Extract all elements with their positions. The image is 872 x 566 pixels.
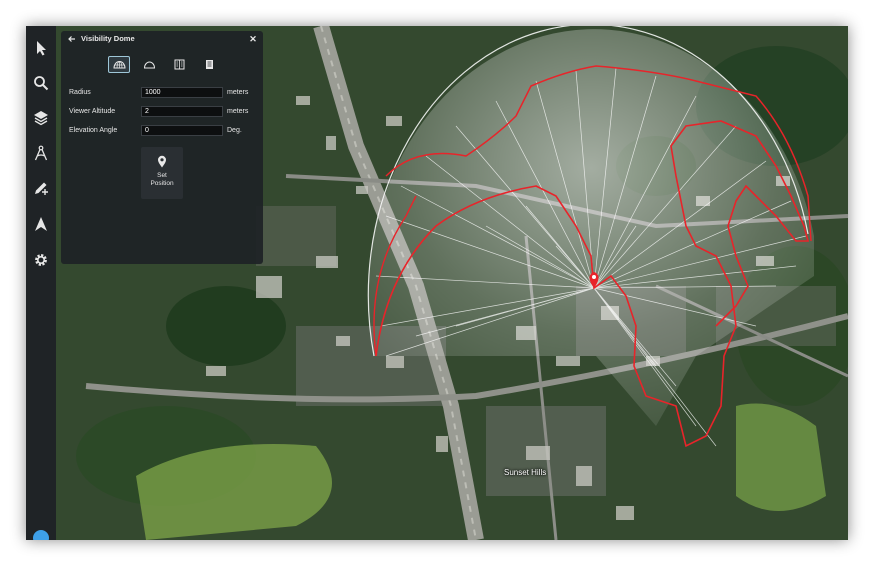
measure-icon[interactable] [31, 143, 51, 163]
elevation-angle-field: Elevation Angle 0 Deg. [69, 125, 242, 136]
elevation-angle-input[interactable]: 0 [141, 125, 223, 136]
user-avatar[interactable] [33, 530, 49, 540]
layers-icon[interactable] [31, 108, 51, 128]
dome-icon [112, 61, 126, 69]
building-alt-mode-button[interactable] [198, 56, 220, 73]
viewer-altitude-input[interactable]: 2 [141, 106, 223, 117]
pointer-icon[interactable] [31, 38, 51, 58]
set-position-button[interactable]: Set Position [141, 147, 183, 199]
half-dome-icon [143, 61, 155, 69]
building-alt-icon [205, 60, 213, 69]
back-arrow-icon[interactable] [67, 31, 77, 47]
half-dome-mode-button[interactable] [138, 56, 160, 73]
dome-mode-selector [108, 56, 220, 73]
map-place-label: Sunset Hills [504, 468, 547, 477]
elevation-angle-unit: Deg. [227, 127, 242, 134]
panel-title: Visibility Dome [81, 34, 135, 43]
left-toolbar [26, 26, 57, 540]
radius-unit: meters [227, 89, 249, 96]
radius-label: Radius [69, 89, 91, 96]
search-icon[interactable] [31, 73, 51, 93]
elevation-angle-label: Elevation Angle [69, 127, 118, 134]
building-icon [174, 59, 184, 70]
dome-mode-button[interactable] [108, 56, 130, 73]
building-mode-button[interactable] [168, 56, 190, 73]
panel-header: Visibility Dome ✕ [61, 31, 263, 47]
radius-input[interactable]: 1000 [141, 87, 223, 98]
location-pin-icon [158, 155, 166, 168]
visibility-dome-panel: Visibility Dome ✕ Radius 1000 meters Vie… [61, 31, 263, 264]
set-position-label: Set Position [150, 172, 174, 187]
navigate-icon[interactable] [31, 214, 51, 234]
draw-icon[interactable] [31, 178, 51, 198]
close-icon[interactable]: ✕ [248, 31, 258, 47]
radius-field: Radius 1000 meters [69, 87, 248, 98]
app-window: Sunset Hills Visibility Dome ✕ Radius 10… [26, 26, 848, 540]
viewer-altitude-label: Viewer Altitude [69, 108, 116, 115]
viewer-altitude-field: Viewer Altitude 2 meters [69, 106, 248, 117]
viewer-altitude-unit: meters [227, 108, 249, 115]
settings-icon[interactable] [31, 250, 51, 270]
